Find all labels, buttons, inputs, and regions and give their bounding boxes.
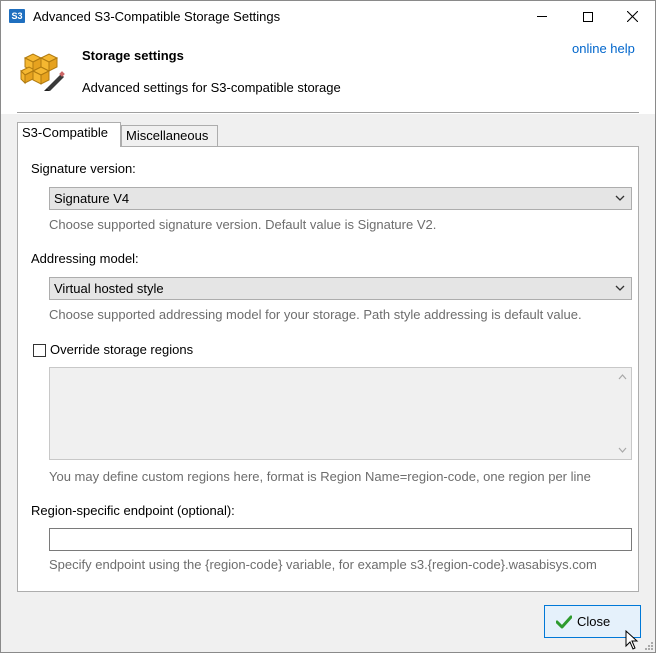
addressing-model-select[interactable]: Virtual hosted style xyxy=(49,277,632,300)
close-window-button[interactable] xyxy=(609,1,655,32)
mouse-cursor-icon xyxy=(625,630,639,650)
scroll-up-icon[interactable] xyxy=(618,374,627,380)
endpoint-label: Region-specific endpoint (optional): xyxy=(31,503,235,518)
scroll-down-icon[interactable] xyxy=(618,447,627,453)
addressing-model-hint: Choose supported addressing model for yo… xyxy=(49,307,582,322)
close-icon xyxy=(626,11,638,22)
endpoint-hint: Specify endpoint using the {region-code}… xyxy=(49,557,597,572)
window-title: Advanced S3-Compatible Storage Settings xyxy=(33,9,281,24)
endpoint-input[interactable] xyxy=(49,528,632,551)
minimize-icon xyxy=(537,16,547,17)
chevron-down-icon xyxy=(615,195,625,201)
tab-miscellaneous[interactable]: Miscellaneous xyxy=(121,125,218,147)
custom-regions-hint: You may define custom regions here, form… xyxy=(49,469,591,484)
minimize-button[interactable] xyxy=(519,1,565,32)
addressing-model-value: Virtual hosted style xyxy=(54,281,164,296)
textarea-scrollbar[interactable] xyxy=(614,368,631,459)
dialog-window: S3 Advanced S3-Compatible Storage Settin… xyxy=(0,0,656,653)
maximize-icon xyxy=(583,11,593,22)
signature-version-hint: Choose supported signature version. Defa… xyxy=(49,217,437,232)
online-help-link[interactable]: online help xyxy=(572,41,635,56)
header-title: Storage settings xyxy=(82,48,184,63)
title-bar[interactable]: S3 Advanced S3-Compatible Storage Settin… xyxy=(1,1,655,32)
maximize-button[interactable] xyxy=(565,1,611,32)
app-icon: S3 xyxy=(9,9,25,23)
checkmark-icon xyxy=(556,615,572,628)
signature-version-label: Signature version: xyxy=(31,161,136,176)
custom-regions-textarea[interactable] xyxy=(49,367,632,460)
addressing-model-label: Addressing model: xyxy=(31,251,139,266)
storage-boxes-pencil-icon xyxy=(20,53,65,91)
tab-s3-compatible[interactable]: S3-Compatible xyxy=(17,122,121,147)
override-regions-checkbox[interactable] xyxy=(33,344,46,357)
tab-panel: Signature version: Signature V4 Choose s… xyxy=(17,146,639,592)
header-subtitle: Advanced settings for S3-compatible stor… xyxy=(82,80,341,95)
header-divider xyxy=(17,112,639,113)
signature-version-value: Signature V4 xyxy=(54,191,130,206)
chevron-down-icon xyxy=(615,285,625,291)
override-regions-label[interactable]: Override storage regions xyxy=(50,342,193,357)
close-button-label: Close xyxy=(577,614,611,629)
signature-version-select[interactable]: Signature V4 xyxy=(49,187,632,210)
resize-grip-icon[interactable] xyxy=(643,640,653,650)
dialog-header: Storage settings Advanced settings for S… xyxy=(1,32,655,114)
